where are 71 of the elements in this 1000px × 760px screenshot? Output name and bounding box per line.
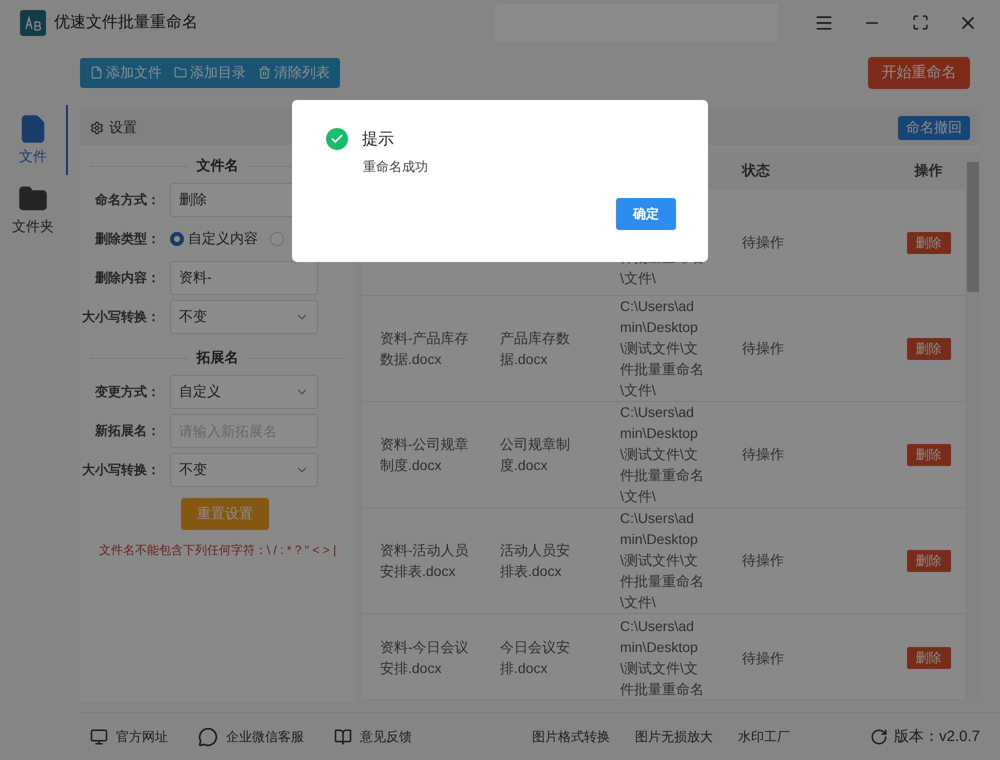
footer-link[interactable]: 官方网址: [90, 728, 168, 746]
table-cell-text: C:\Users\admin\Desktop\测试文件\文件批量重命名: [620, 617, 704, 699]
radio-label: 自定义内容: [188, 230, 258, 248]
dropdown[interactable]: 不变: [170, 453, 318, 487]
field-label: 删除内容：: [94, 269, 160, 287]
footer-link[interactable]: 意见反馈: [334, 728, 412, 746]
version-label: 版本：v2.0.7: [870, 727, 980, 746]
toolbar-button[interactable]: 清除列表: [252, 58, 336, 88]
field-label: 新拓展名：: [94, 422, 160, 440]
table-cell-text: 待操作: [742, 648, 785, 668]
panel-title: 设置: [109, 118, 137, 136]
table-cell-text: 产品库存数据.docx: [500, 328, 571, 368]
table-cell-text: 待操作: [742, 551, 785, 570]
field-label: 大小写转换：: [81, 461, 160, 479]
settings-icon: [90, 120, 104, 134]
table-cell-text: 资料-活动人员安排表.docx: [380, 540, 470, 580]
field-label: 命名方式：: [94, 191, 160, 209]
window-title: 优速文件批量重命名: [54, 12, 199, 33]
footer-link[interactable]: 企业微信客服: [198, 726, 304, 746]
radio-button[interactable]: [170, 232, 184, 246]
tool-link[interactable]: 图片格式转换: [532, 728, 610, 746]
warning-text: 文件名不能包含下列任何字符：\ / : * ? " < > |: [98, 542, 338, 559]
reset-button[interactable]: 重置设置: [181, 498, 269, 530]
sidebar-item[interactable]: 文件: [0, 105, 68, 175]
toolbar-button[interactable]: 添加目录: [168, 58, 252, 88]
table-cell-text: 今日会议安排.docx: [500, 638, 571, 678]
maximize-icon[interactable]: [912, 14, 928, 31]
table-cell-text: 公司规章制度.docx: [500, 434, 571, 474]
table-cell-text: 资料-产品库存数据.docx: [380, 328, 470, 368]
field-label: 变更方式：: [94, 383, 160, 401]
ok-button[interactable]: 确定: [616, 198, 676, 230]
table-cell-text: C:\Users\admin\Desktop\测试文件\文件批量重命名\文件\: [620, 509, 704, 612]
sidebar-item[interactable]: 文件夹: [0, 175, 68, 245]
book-icon: [334, 728, 352, 746]
dropdown[interactable]: 自定义: [170, 375, 318, 409]
check-icon: [326, 128, 348, 150]
field-label: 大小写转换：: [81, 308, 160, 326]
delete-button[interactable]: 删除: [906, 338, 950, 360]
table-cell-text: C:\Users\admin\Desktop\测试文件\文件批量重命名\文件\: [620, 297, 704, 400]
text-field[interactable]: 资料-: [170, 261, 318, 295]
column-header: 操作: [914, 162, 942, 180]
undo-button[interactable]: 命名撤回: [898, 116, 970, 140]
start-button[interactable]: 开始重命名: [868, 56, 970, 88]
tool-link[interactable]: 图片无损放大: [635, 728, 713, 746]
toolbar-button[interactable]: 添加文件: [84, 58, 168, 88]
table-cell-text: 待操作: [742, 233, 785, 252]
section-title: 文件名: [196, 157, 238, 175]
table-cell-text: 资料-公司规章制度.docx: [380, 434, 470, 474]
delete-button[interactable]: 删除: [906, 647, 950, 669]
table-cell-text: 待操作: [742, 339, 785, 358]
delete-button[interactable]: 删除: [906, 444, 950, 466]
table-cell-text: 资料-今日会议安排.docx: [380, 638, 470, 678]
delete-button[interactable]: 删除: [906, 232, 950, 254]
table-cell-text: 待操作: [742, 445, 785, 464]
section-title: 拓展名: [196, 349, 238, 367]
field-label: 删除类型：: [94, 230, 160, 248]
file-icon: [90, 66, 103, 79]
column-header: 状态: [742, 162, 770, 180]
folder-icon: [174, 66, 187, 79]
delete-button[interactable]: 删除: [906, 550, 950, 572]
refresh-icon: [870, 728, 888, 746]
tool-link[interactable]: 水印工厂: [738, 728, 790, 746]
table-cell-text: 活动人员安排表.docx: [500, 540, 571, 580]
table-cell-text: C:\Users\admin\Desktop\测试文件\文件批量重命名\文件\: [620, 403, 704, 506]
monitor-icon: [90, 728, 108, 746]
dropdown[interactable]: 不变: [170, 300, 318, 334]
dialog-message: 重命名成功: [363, 158, 429, 176]
dialog-title: 提示: [362, 130, 394, 150]
trash-icon: [258, 66, 271, 79]
chat-icon: [198, 726, 218, 746]
app-logo: [20, 10, 46, 36]
